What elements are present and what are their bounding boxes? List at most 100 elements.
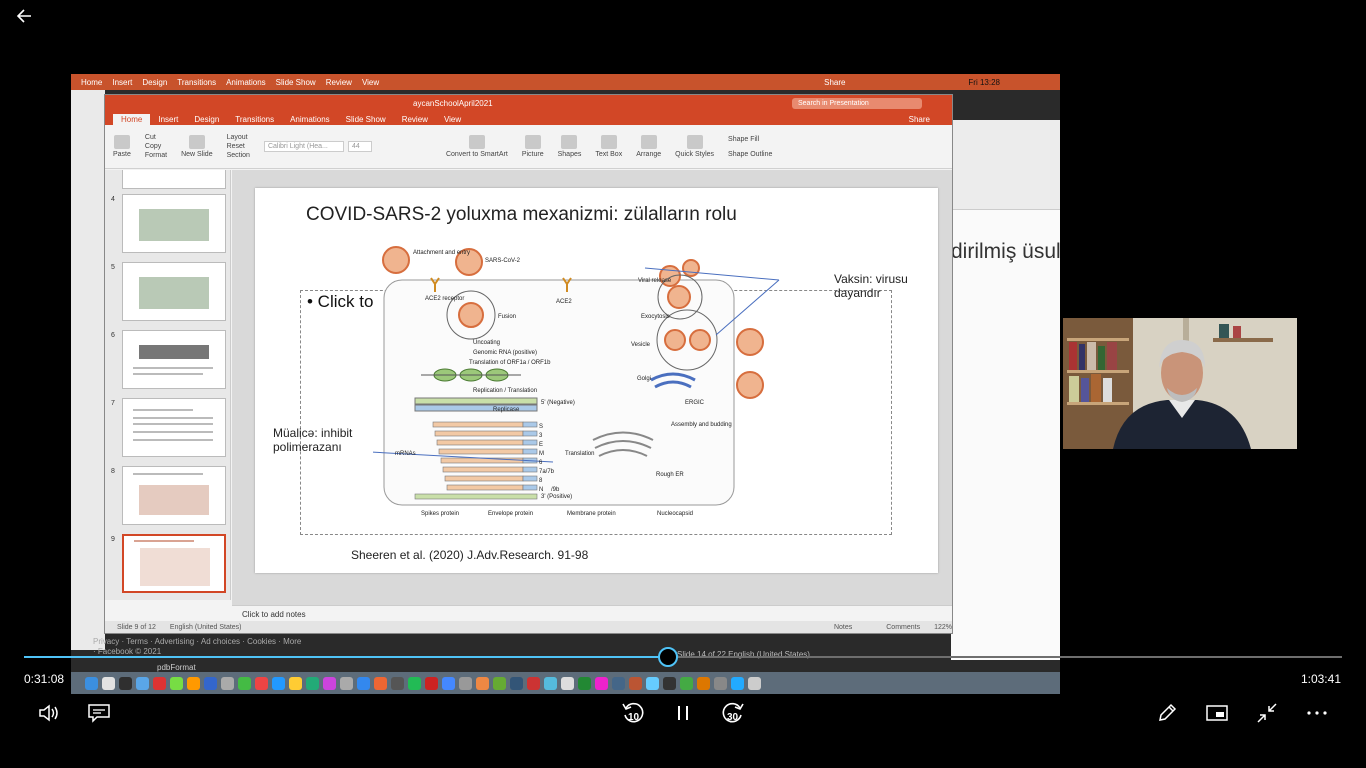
ppt-tab: Animations [290,115,330,124]
gene-label: S [539,424,543,430]
background-sidebar [71,90,105,650]
menubar-item: Animations [226,77,266,87]
ppt-tab: Design [194,115,220,124]
menubar-item: Insert [112,77,133,87]
skip-back-button[interactable]: 10 [619,700,647,726]
ppt-doc-title: aycanSchoolApril2021 [413,98,493,108]
picture-button: Picture [522,135,544,158]
edit-button[interactable] [1153,700,1181,726]
ppt-tab: View [443,115,462,124]
text-box-icon [600,135,617,149]
thumbnail-item: 4 [105,192,230,260]
menubar-item: Review [325,77,352,87]
miniplayer-button[interactable] [1203,700,1231,726]
ppt-tab: Transitions [235,115,275,124]
thumbnail-item: 7 [105,396,230,464]
new-slide-button: New Slide [181,135,213,158]
video-frame[interactable]: Home Insert Design Transitions Animation… [71,74,1060,694]
label-exocytosis: Exocytosis [641,314,670,320]
arrow-left-icon [16,9,31,23]
more-options-button[interactable] [1303,700,1331,726]
gene-label: N [539,487,543,493]
captions-icon [88,704,110,723]
slide-canvas: COVID-SARS-2 yoluxma mexanizmi: zülallar… [232,170,952,605]
text-box-button: Text Box [595,135,622,158]
layout-button: Layout [226,134,248,141]
ppt-tab: Slide Show [345,115,386,124]
label-translation: Translation [565,451,594,457]
mac-dock [71,672,1060,694]
mac-menubar: Home Insert Design Transitions Animation… [71,74,1060,90]
webcam-overlay [1063,318,1297,449]
menubar-item: View [361,77,380,87]
status-notes: Notes [833,623,853,631]
background-window [951,120,1060,660]
pause-icon [678,706,688,720]
paste-button: Paste [113,135,131,158]
slide-citation: Sheeren et al. (2020) J.Adv.Research. 91… [351,548,589,562]
gene-label: 7a/7b [539,469,555,475]
volume-button[interactable] [35,700,63,726]
background-slide-title: dirilmiş üsull [951,240,1060,263]
label-positive: 3' (Positive) [541,494,572,500]
smartart-icon [468,135,485,149]
font-size-select: 44 [347,141,372,152]
label-viral-release: Viral release [638,278,672,284]
ppt-tab: Review [401,115,428,124]
ppt-statusbar: Slide 9 of 12 English (United States) No… [105,621,952,633]
label-sars: SARS-CoV-2 [485,258,521,264]
quick-styles-button: Quick Styles [675,135,714,158]
captions-button[interactable] [85,700,113,726]
menubar-clock: Fri 13:28 [968,77,1000,87]
menubar-item: Slide Show [275,77,316,87]
back-button[interactable] [10,4,38,28]
legend-envelope: Envelope protein [488,511,533,517]
label-ace2: ACE2 [556,299,572,305]
skip-forward-button[interactable]: 30 [719,700,747,726]
label-fusion: Fusion [498,314,516,320]
gene-label: M [539,451,544,457]
seek-handle[interactable] [658,647,679,667]
placeholder-text: • Click to [307,292,374,311]
current-slide: COVID-SARS-2 yoluxma mexanizmi: zülallar… [255,188,938,573]
background-file: pdbFormat [157,663,196,672]
thumbnail-item-selected: 9 [105,532,230,600]
powerpoint-window: aycanSchoolApril2021 Search in Presentat… [104,94,953,634]
status-lang: English (United States) [169,623,242,631]
label-translation-orf: Translation of ORF1a / ORF1b [469,360,551,366]
styles-icon [686,135,703,149]
label-replicase: Replicase [493,407,520,413]
shape-fill-button: Shape Fill [728,135,760,143]
menubar-item: Design [142,77,168,87]
total-time: 1:03:41 [1300,672,1341,686]
shapes-button: Shapes [558,135,581,158]
background-footer: Privacy · Terms · Advertising · Ad choic… [93,637,302,656]
status-zoom: 122% [934,623,952,631]
label-ace2-receptor: ACE2 receptor [425,296,464,302]
arrange-icon [640,135,657,149]
label-uncoating: Uncoating [473,340,500,346]
speaker-icon [39,704,58,722]
ppt-tab: Insert [158,115,179,124]
label-ergic: ERGIC [685,400,705,406]
reset-button: Reset [226,143,245,150]
seek-bar[interactable] [24,647,1342,667]
menubar-share: Share [824,77,846,87]
ppt-tabs: Home Insert Design Transitions Animation… [105,111,952,125]
picture-in-picture-icon [1206,705,1228,721]
collapse-icon [1257,703,1277,723]
status-comments: Comments [886,623,921,631]
shapes-icon [561,135,578,149]
covid-mechanism-diagram: Attachment and entry SARS-CoV-2 ACE2 rec… [373,246,780,517]
status-slide: Slide 9 of 12 [117,623,156,631]
label-mrnas: mRNAs [395,451,416,457]
section-button: Section [226,152,250,159]
pause-button[interactable] [669,700,697,726]
label-assembly: Assembly and budding [671,422,732,428]
thumbnail-item: 8 [105,464,230,532]
exit-fullscreen-button[interactable] [1253,700,1281,726]
arrange-button: Arrange [636,135,661,158]
video-player: Home Insert Design Transitions Animation… [0,0,1366,768]
ppt-titlebar: aycanSchoolApril2021 Search in Presentat… [105,95,952,111]
format-button: Format [144,152,168,159]
